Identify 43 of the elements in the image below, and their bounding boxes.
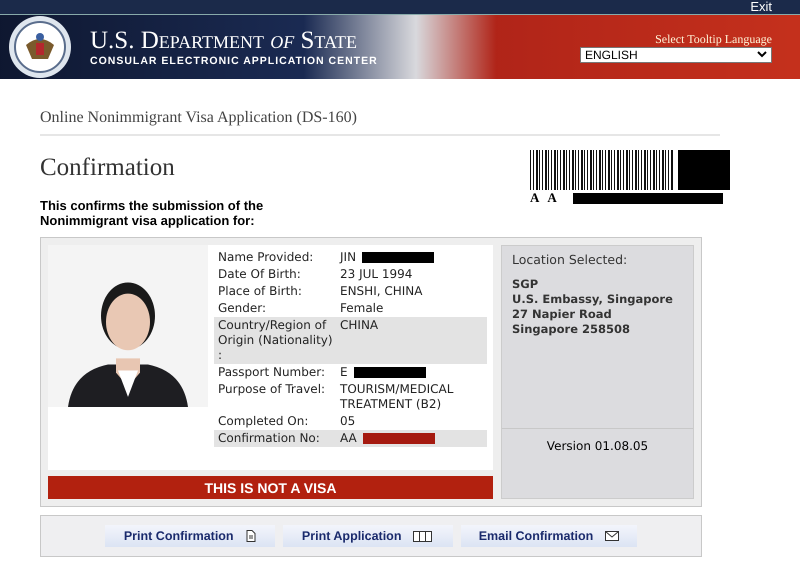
field-value: JIN — [340, 250, 356, 265]
field-label: Purpose of Travel: — [218, 382, 326, 398]
language-select[interactable]: ENGLISH — [580, 46, 772, 62]
envelope-icon — [605, 531, 620, 541]
language-label: Select Tooltip Language — [655, 32, 772, 46]
field-label: Passport Number: — [218, 365, 326, 380]
action-button[interactable]: Print Confirmation — [104, 525, 275, 547]
department-title: U.S. Department of State — [90, 27, 358, 55]
location-line: SGP — [512, 277, 540, 292]
field-value: 05 — [340, 414, 356, 429]
version-text: Version 01.08.05 — [502, 428, 693, 498]
location-line: Singapore 258508 — [512, 322, 632, 337]
confirmation-heading: Confirmation — [40, 154, 176, 182]
field-label: Name Provided: — [218, 250, 314, 265]
field-label: Date Of Birth: — [218, 267, 302, 282]
location-line: 27 Napier Road — [512, 307, 613, 322]
location-label: Location Selected: — [512, 252, 628, 267]
field-value: CHINA — [340, 318, 378, 333]
action-button[interactable]: Email Confirmation — [460, 525, 638, 547]
field-value: E — [340, 365, 348, 380]
field-label: Country/Region of Origin (Nationality) : — [218, 318, 334, 363]
department-subtitle: CONSULAR ELECTRONIC APPLICATION CENTER — [90, 55, 378, 67]
field-label: Place of Birth: — [218, 284, 303, 299]
field-value: ENSHI, CHINA — [340, 284, 422, 299]
action-button[interactable]: Print Application — [282, 525, 453, 547]
not-a-visa-banner: THIS IS NOT A VISA — [48, 476, 493, 499]
dropdown-caret-icon — [757, 51, 767, 58]
intro-text: This confirms the submission of the Nonimmigrant visa application for: — [40, 198, 264, 228]
field-value: Female — [340, 301, 384, 316]
field-label: Gender: — [218, 301, 268, 316]
field-label: Confirmation No: — [218, 431, 321, 446]
seal-icon — [8, 15, 72, 79]
field-label: Completed On: — [218, 414, 310, 429]
field-value: TOURISM/MEDICAL TREATMENT (B2) — [340, 382, 454, 412]
page-title: Online Nonimmigrant Visa Application (DS-160) — [40, 109, 358, 127]
location-line: U.S. Embassy, Singapore — [512, 292, 674, 307]
exit-link[interactable]: Exit — [750, 0, 772, 14]
barcode-letter: A — [547, 190, 557, 206]
document-icon — [246, 530, 256, 542]
field-value: AA — [340, 431, 357, 446]
barcode-letter: A — [530, 190, 540, 206]
pages-icon — [413, 530, 434, 542]
field-value: 23 JUL 1994 — [340, 267, 412, 282]
